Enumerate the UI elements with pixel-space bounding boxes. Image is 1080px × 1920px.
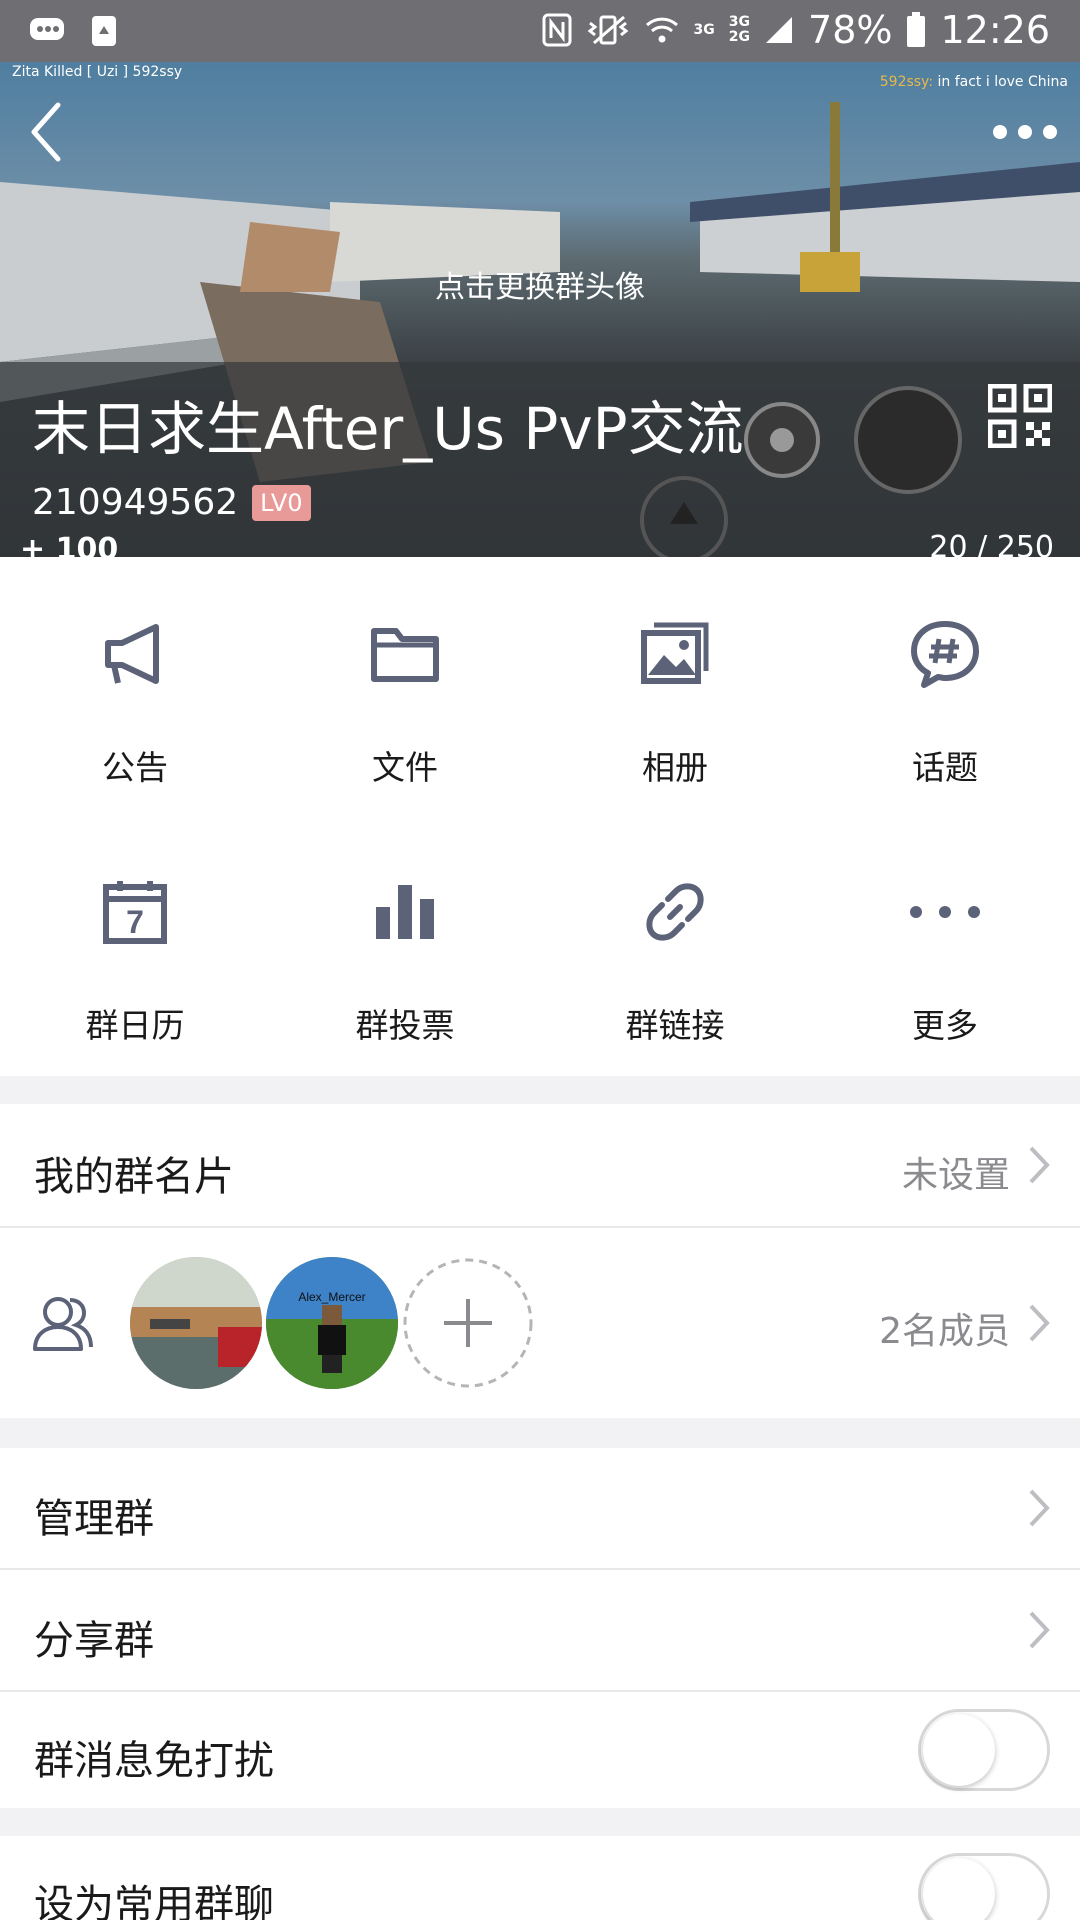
grid-item-link[interactable]: 群链接: [540, 815, 810, 1045]
recycle-notification-icon: [92, 16, 116, 46]
member-count: 2名成员: [879, 1311, 1010, 1352]
member-avatar[interactable]: Alex_Mercer: [266, 1257, 398, 1389]
status-bar: 3G 3G 2G 78% 12:26: [0, 0, 1080, 62]
grid-label: 群日历: [85, 1006, 185, 1045]
link-icon: [646, 883, 704, 941]
chat-feed: 592ssy: in fact i love China: [880, 74, 1068, 90]
chevron-right-icon: [1029, 1304, 1050, 1342]
grid-item-files[interactable]: 文件: [270, 557, 540, 787]
mute-messages-row: 群消息免打扰: [0, 1692, 1080, 1808]
members-row[interactable]: Alex_Mercer 2名成员: [0, 1228, 1080, 1418]
battery-percent: 78%: [808, 8, 893, 52]
toggle-knob: [923, 1714, 995, 1786]
grid-item-topic[interactable]: 话题: [810, 557, 1080, 787]
grid-item-announcement[interactable]: 公告: [0, 557, 270, 787]
health-readout: + 100: [20, 532, 119, 557]
vibrate-icon: [587, 15, 628, 45]
grid-label: 更多: [912, 1006, 978, 1045]
frequent-chat-toggle[interactable]: [918, 1853, 1050, 1920]
frequent-chat-label: 设为常用群聊: [34, 1882, 274, 1920]
grid-item-poll[interactable]: 群投票: [270, 815, 540, 1045]
calendar-icon: 7: [103, 881, 167, 944]
chevron-right-icon: [1029, 1146, 1050, 1184]
grid-label: 群链接: [625, 1006, 725, 1045]
chevron-right-icon: [1029, 1489, 1050, 1527]
more-dots-icon: [910, 906, 980, 918]
grid-item-more[interactable]: 更多: [810, 815, 1080, 1045]
chat-feed-user: 592ssy:: [879, 74, 934, 90]
group-cover[interactable]: Zita Killed [ Uzi ] 592ssy 592ssy: in fa…: [0, 62, 1080, 557]
my-group-card-label: 我的群名片: [34, 1154, 234, 1200]
grid-label: 公告: [102, 748, 168, 787]
frequent-chat-row: 设为常用群聊: [0, 1836, 1080, 1920]
chevron-right-icon: [1029, 1611, 1050, 1649]
clock: 12:26: [940, 8, 1050, 52]
signal-icon: [766, 17, 793, 43]
kill-feed: Zita Killed [ Uzi ] 592ssy: [12, 64, 183, 80]
share-group-label: 分享群: [34, 1618, 154, 1664]
calendar-day: 7: [126, 904, 144, 940]
mute-messages-toggle[interactable]: [918, 1709, 1050, 1791]
message-notification-icon: [30, 18, 64, 40]
feature-grid: 公告 文件 相册 话题 7 群日历 群投票 群链接 更多: [0, 557, 1080, 1076]
group-id-row: 210949562 LV0: [32, 482, 311, 523]
my-group-card-value: 未设置: [901, 1155, 1010, 1196]
grid-item-album[interactable]: 相册: [540, 557, 810, 787]
group-id: 210949562: [32, 482, 239, 523]
topic-icon: [911, 621, 979, 688]
ammo-count: 20 / 250: [929, 530, 1054, 557]
battery-icon: [907, 12, 926, 47]
my-group-card-row[interactable]: 我的群名片 未设置: [0, 1104, 1080, 1226]
toggle-knob: [923, 1858, 995, 1920]
chat-feed-message: in fact i love China: [933, 74, 1068, 90]
network-type-1: 3G: [693, 21, 715, 38]
group-info-screen: 3G 3G 2G 78% 12:26 Zita Killed [Uzi] 5…: [0, 0, 1080, 1920]
nfc-icon: [542, 13, 572, 47]
level-badge: LV0: [252, 484, 311, 521]
member-nametag: Alex_Mercer: [298, 1290, 365, 1304]
back-arrow-icon[interactable]: [20, 97, 80, 167]
members-icon: [33, 1297, 93, 1351]
folder-icon: [371, 628, 439, 682]
megaphone-icon: [105, 624, 159, 684]
grid-item-calendar[interactable]: 7 群日历: [0, 815, 270, 1045]
grid-label: 文件: [372, 748, 438, 787]
grid-label: 相册: [642, 748, 708, 787]
add-member-button[interactable]: [402, 1257, 534, 1389]
more-menu-icon[interactable]: [990, 117, 1060, 147]
album-icon: [641, 622, 709, 684]
group-name: 末日求生After_Us PvP交流: [32, 395, 744, 463]
member-avatar[interactable]: [130, 1257, 262, 1389]
change-group-avatar-hint[interactable]: 点击更换群头像: [0, 262, 1080, 306]
manage-group-row[interactable]: 管理群: [0, 1448, 1080, 1568]
poll-icon: [376, 885, 434, 939]
share-group-row[interactable]: 分享群: [0, 1570, 1080, 1690]
grid-label: 群投票: [355, 1006, 455, 1045]
mute-messages-label: 群消息免打扰: [34, 1738, 274, 1784]
manage-group-label: 管理群: [34, 1496, 154, 1542]
qr-code-icon[interactable]: [988, 384, 1052, 448]
network-type-2: 3G 2G: [728, 14, 751, 45]
wifi-icon: [645, 17, 678, 43]
grid-label: 话题: [912, 748, 978, 787]
